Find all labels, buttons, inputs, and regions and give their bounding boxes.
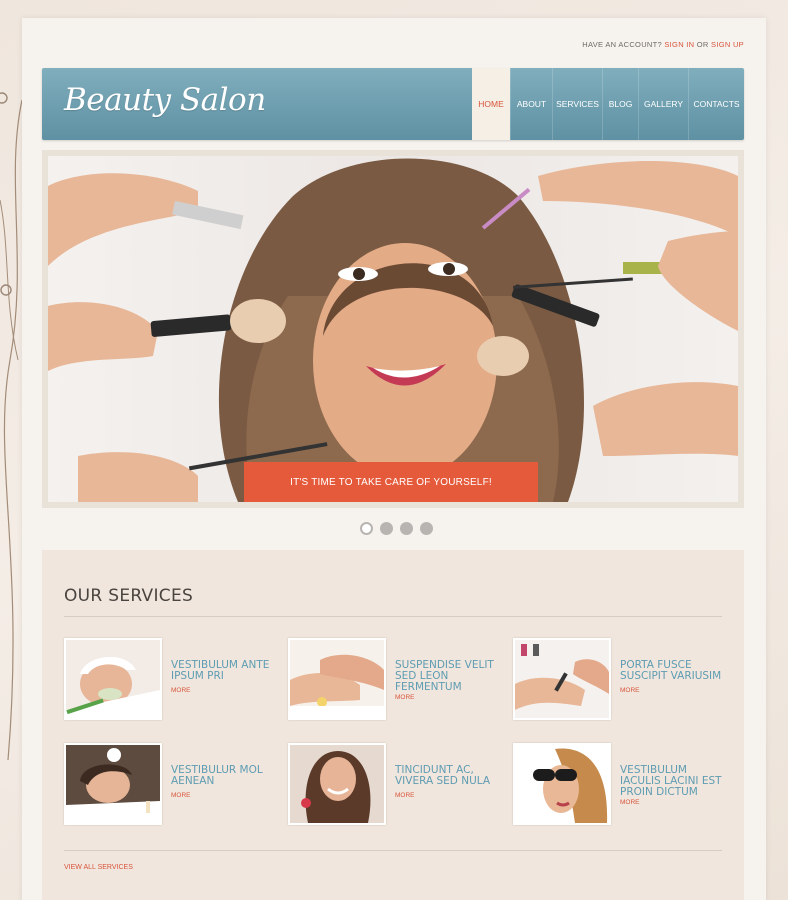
site-logo[interactable]: Beauty Salon (64, 82, 266, 118)
hero-slide: IT'S TIME TO TAKE CARE OF YOURSELF! (48, 156, 738, 502)
slider-dot[interactable] (420, 522, 433, 535)
service-item[interactable]: VESTIBULUR MOL AENEAN MORE (64, 743, 274, 825)
services-section: OUR SERVICES VESTIBULUM ANTE IPSUM PRI M… (42, 550, 744, 900)
service-title[interactable]: VESTIBULUM ANTE IPSUM PRI (171, 660, 276, 682)
nav-contacts[interactable]: CONTACTS (688, 68, 744, 140)
service-image[interactable] (64, 638, 162, 720)
nav-about[interactable]: ABOUT (510, 68, 552, 140)
service-title[interactable]: VESTIBULUR MOL AENEAN (171, 765, 276, 787)
slider-dot[interactable] (360, 522, 373, 535)
service-item[interactable]: SUSPENDISE VELIT SED LEON FERMENTUM MORE (288, 638, 498, 720)
main-nav: HOME ABOUT SERVICES BLOG GALLERY CONTACT… (472, 68, 744, 140)
page-container: HAVE AN ACCOUNT? SIGN IN OR SIGN UP Beau… (22, 18, 766, 900)
more-link[interactable]: MORE (171, 792, 191, 799)
service-image[interactable] (288, 743, 386, 825)
nav-blog[interactable]: BLOG (602, 68, 638, 140)
service-image[interactable] (64, 743, 162, 825)
slide-caption[interactable]: IT'S TIME TO TAKE CARE OF YOURSELF! (244, 462, 538, 502)
more-link[interactable]: MORE (395, 694, 415, 701)
service-title[interactable]: TINCIDUNT AC, VIVERA SED NULA (395, 765, 500, 787)
hero-image (48, 158, 738, 502)
service-item[interactable]: VESTIBULUM IACULIS LACINI EST PROIN DICT… (513, 743, 723, 825)
slider-dot[interactable] (380, 522, 393, 535)
service-title[interactable]: VESTIBULUM IACULIS LACINI EST PROIN DICT… (620, 765, 725, 798)
more-link[interactable]: MORE (395, 792, 415, 799)
hero-slider: IT'S TIME TO TAKE CARE OF YOURSELF! (42, 150, 744, 508)
services-heading: OUR SERVICES (64, 586, 194, 606)
nav-home[interactable]: HOME (472, 68, 510, 140)
divider (64, 850, 722, 851)
view-all-services-link[interactable]: VIEW ALL SERVICES (64, 864, 133, 871)
nav-services[interactable]: SERVICES (552, 68, 602, 140)
more-link[interactable]: MORE (620, 687, 640, 694)
sign-in-link[interactable]: SIGN IN (664, 40, 694, 49)
slider-dot[interactable] (400, 522, 413, 535)
divider (64, 616, 722, 617)
more-link[interactable]: MORE (620, 799, 640, 806)
service-item[interactable]: PORTA FUSCE SUSCIPIT VARIUSIM MORE (513, 638, 723, 720)
header-bar: Beauty Salon HOME ABOUT SERVICES BLOG GA… (42, 68, 744, 140)
or-text: OR (696, 40, 709, 49)
nav-gallery[interactable]: GALLERY (638, 68, 688, 140)
slider-pagination (360, 522, 433, 535)
service-image[interactable] (288, 638, 386, 720)
more-link[interactable]: MORE (171, 687, 191, 694)
service-title[interactable]: SUSPENDISE VELIT SED LEON FERMENTUM (395, 660, 500, 693)
service-item[interactable]: VESTIBULUM ANTE IPSUM PRI MORE (64, 638, 274, 720)
service-image[interactable] (513, 638, 611, 720)
service-image[interactable] (513, 743, 611, 825)
service-item[interactable]: TINCIDUNT AC, VIVERA SED NULA MORE (288, 743, 498, 825)
service-title[interactable]: PORTA FUSCE SUSCIPIT VARIUSIM (620, 660, 725, 682)
account-prompt: HAVE AN ACCOUNT? (582, 40, 662, 49)
account-bar: HAVE AN ACCOUNT? SIGN IN OR SIGN UP (582, 40, 744, 49)
sign-up-link[interactable]: SIGN UP (711, 40, 744, 49)
